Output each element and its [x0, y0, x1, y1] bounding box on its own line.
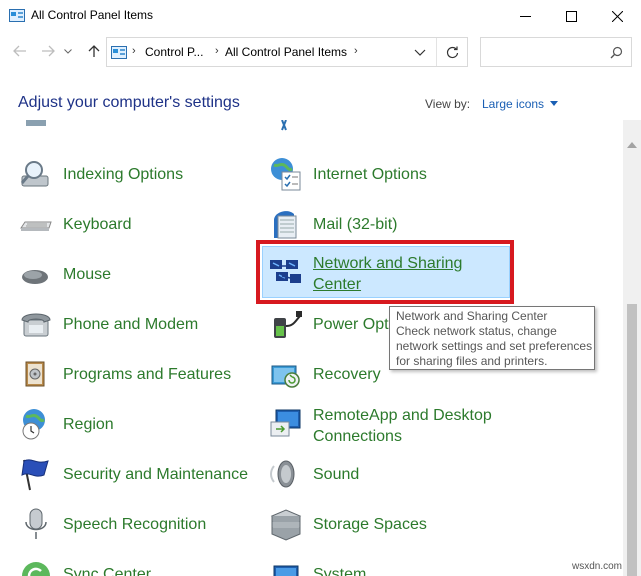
item-label: Phone and Modem — [63, 315, 199, 333]
watermark: wsxdn.com — [572, 561, 623, 572]
item-label: System — [313, 565, 367, 576]
item-speech-recognition[interactable]: Speech Recognition — [18, 502, 248, 546]
item-programs-features[interactable]: Programs and Features — [18, 352, 248, 396]
chevron-right-icon[interactable]: › — [132, 45, 136, 57]
storage-icon — [270, 509, 302, 541]
tooltip: Network and Sharing Center Check network… — [389, 306, 595, 370]
item-label: Region — [63, 415, 114, 433]
tooltip-line: network settings and set preferences — [396, 339, 593, 353]
item-label: Keyboard — [63, 215, 132, 233]
control-panel-icon — [111, 46, 127, 59]
scroll-up-arrow-icon[interactable] — [627, 142, 637, 148]
tooltip-line: Check network status, change — [396, 324, 557, 338]
search-icon — [610, 46, 623, 59]
item-label: Internet Options — [313, 165, 427, 183]
recovery-icon — [271, 365, 300, 388]
item-label: Power Opti — [313, 315, 393, 333]
title-bar: All Control Panel Items — [0, 0, 641, 32]
refresh-button[interactable] — [436, 38, 468, 66]
page-title: Adjust your computer's settings — [18, 94, 240, 111]
close-icon — [611, 10, 623, 22]
item-label: Recovery — [313, 365, 381, 383]
item-label: Sync Center — [63, 565, 152, 576]
item-security-maintenance[interactable]: Security and Maintenance — [18, 452, 248, 496]
breadcrumb-all-items[interactable]: All Control Panel Items — [225, 45, 347, 59]
battery-icon — [274, 311, 302, 338]
arrow-right-icon — [42, 45, 55, 57]
view-by-value: Large icons — [482, 97, 545, 111]
scrollbar-thumb[interactable] — [627, 304, 637, 576]
caret-down-icon — [550, 101, 559, 106]
item-sync-center[interactable]: Sync Center — [18, 552, 248, 576]
item-label-line1: RemoteApp and Desktop — [313, 407, 492, 424]
item-region[interactable]: Region — [18, 402, 248, 446]
item-label: Programs and Features — [63, 365, 232, 383]
item-phone-modem[interactable]: Phone and Modem — [18, 302, 248, 346]
programs-icon — [25, 361, 45, 387]
close-button[interactable] — [594, 0, 640, 32]
item-label: Storage Spaces — [313, 515, 427, 533]
breadcrumb-control-panel[interactable]: Control P... — [145, 45, 203, 59]
item-system[interactable]: System — [268, 552, 528, 576]
maximize-icon — [565, 10, 577, 22]
forward-button[interactable] — [37, 40, 59, 62]
minimize-icon — [519, 15, 531, 17]
refresh-icon — [446, 46, 459, 58]
item-storage-spaces[interactable]: Storage Spaces — [268, 502, 528, 546]
globe-clock-icon — [22, 409, 45, 440]
recent-locations-button[interactable] — [61, 40, 75, 62]
item-indexing-options[interactable]: Indexing Options — [18, 152, 248, 196]
minimize-button[interactable] — [502, 0, 548, 32]
up-button[interactable] — [83, 40, 105, 62]
sync-icon — [22, 562, 50, 576]
arrow-left-icon — [13, 45, 26, 57]
search-input[interactable] — [480, 37, 632, 67]
tooltip-line: for sharing files and printers. — [396, 354, 548, 368]
mail-icon — [274, 211, 297, 239]
magnifier-drive-icon — [20, 161, 49, 187]
red-annotation-box — [256, 240, 514, 304]
chevron-down-icon — [64, 48, 72, 54]
speaker-icon — [270, 460, 295, 488]
chevron-right-icon[interactable]: › — [354, 45, 358, 57]
system-icon — [273, 565, 299, 576]
view-by-dropdown[interactable]: Large icons — [482, 97, 559, 111]
phone-icon — [21, 313, 51, 337]
control-panel-icon — [9, 9, 25, 22]
keyboard-icon — [20, 221, 52, 231]
item-label: Mouse — [63, 265, 112, 283]
flag-icon — [21, 459, 49, 491]
partial-icon — [26, 120, 46, 126]
arrow-up-icon — [88, 45, 100, 57]
partial-icon — [281, 120, 287, 131]
vertical-scrollbar[interactable] — [623, 120, 641, 576]
item-label-line2: Connections — [313, 428, 402, 445]
item-keyboard[interactable]: Keyboard — [18, 202, 248, 246]
mouse-icon — [22, 270, 48, 284]
item-label: Mail (32-bit) — [313, 215, 398, 233]
chevron-right-icon[interactable]: › — [215, 45, 219, 57]
microphone-icon — [25, 508, 47, 539]
maximize-button[interactable] — [548, 0, 594, 32]
navigation-bar: › Control P... › All Control Panel Items… — [0, 32, 641, 72]
address-bar[interactable]: › Control P... › All Control Panel Items… — [106, 37, 468, 67]
item-label: Speech Recognition — [63, 515, 207, 533]
view-by-label: View by: — [425, 97, 471, 111]
item-label: Sound — [313, 465, 360, 483]
item-remoteapp[interactable]: RemoteApp and Desktop Connections — [268, 402, 528, 450]
globe-checklist-icon — [271, 158, 301, 191]
item-sound[interactable]: Sound — [268, 452, 528, 496]
back-button[interactable] — [9, 40, 31, 62]
window-title: All Control Panel Items — [31, 8, 154, 22]
item-mouse[interactable]: Mouse — [18, 252, 248, 296]
remoteapp-icon — [270, 409, 301, 437]
chevron-down-icon[interactable] — [413, 46, 427, 58]
tooltip-title: Network and Sharing Center — [396, 309, 548, 323]
item-label: Indexing Options — [63, 165, 184, 183]
item-internet-options[interactable]: Internet Options — [268, 152, 528, 196]
item-label: Security and Maintenance — [63, 465, 248, 483]
